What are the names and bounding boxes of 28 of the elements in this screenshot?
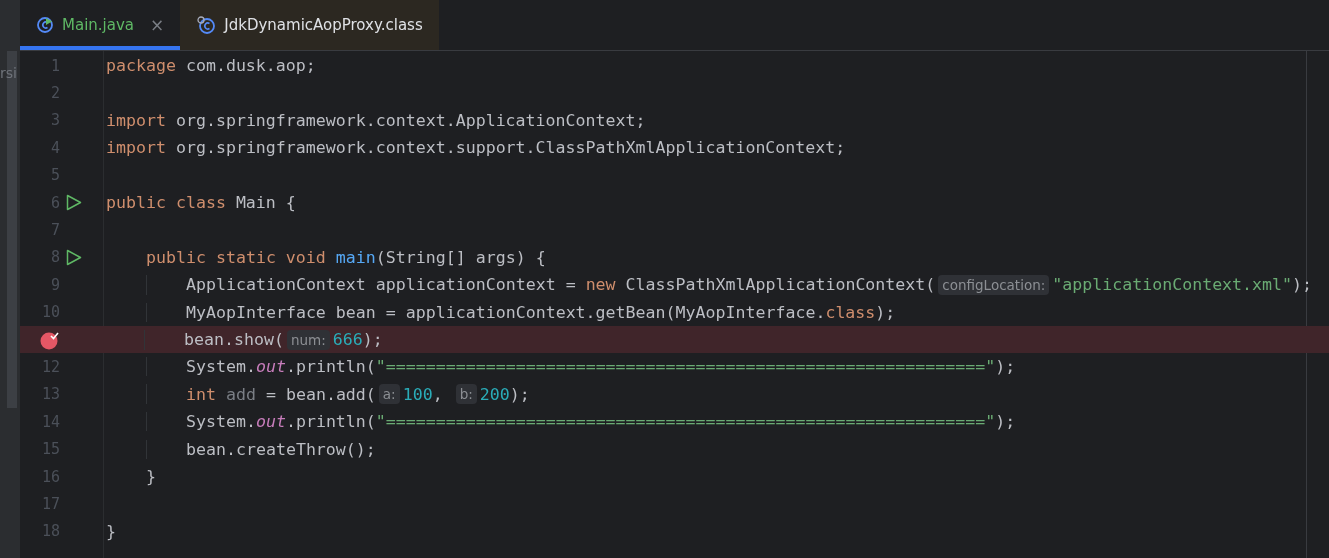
code-text: 200); <box>479 384 530 404</box>
code-text: import org.springframework.context.ApplicationContext; <box>106 110 646 130</box>
code-text: System.out.println("============================================================"); <box>186 357 1016 377</box>
code-text: System.out.println("============================================================"); <box>186 412 1016 432</box>
editor-tab[interactable]: JdkDynamicAopProxy.class <box>180 0 439 50</box>
code-text: bean.show( <box>184 330 284 350</box>
run-icon[interactable] <box>66 248 82 266</box>
code-text: ApplicationContext applicationContext = new ClassPathXmlApplicationContext( <box>186 275 936 295</box>
code-text: 100, <box>402 384 444 404</box>
code-text: bean.createThrow(); <box>186 439 376 459</box>
code-text: } <box>146 467 156 487</box>
code-text: } <box>106 521 116 541</box>
code-text: 666); <box>332 330 383 350</box>
code-text: package com.dusk.aop; <box>106 56 316 76</box>
class-lock-icon <box>196 16 217 34</box>
parameter-hint: a: <box>378 384 400 405</box>
code-text: import org.springframework.context.support.ClassPathXmlApplicationContext; <box>106 138 846 158</box>
parameter-hint: b: <box>455 384 477 405</box>
code-text: "applicationContext.xml"); <box>1052 275 1313 295</box>
code-text: public static void main(String[] args) { <box>146 247 546 267</box>
parameter-hint: configLocation: <box>938 274 1050 295</box>
code-text: public class Main { <box>106 193 296 213</box>
parameter-hint: num: <box>286 329 330 350</box>
close-button[interactable]: × <box>150 15 165 35</box>
code-text: MyAopInterface bean = applicationContext.getBean(MyAopInterface.class); <box>186 302 896 322</box>
class-run-icon <box>36 16 54 34</box>
code-text: int add = bean.add( <box>186 384 376 404</box>
run-icon[interactable] <box>66 194 82 212</box>
